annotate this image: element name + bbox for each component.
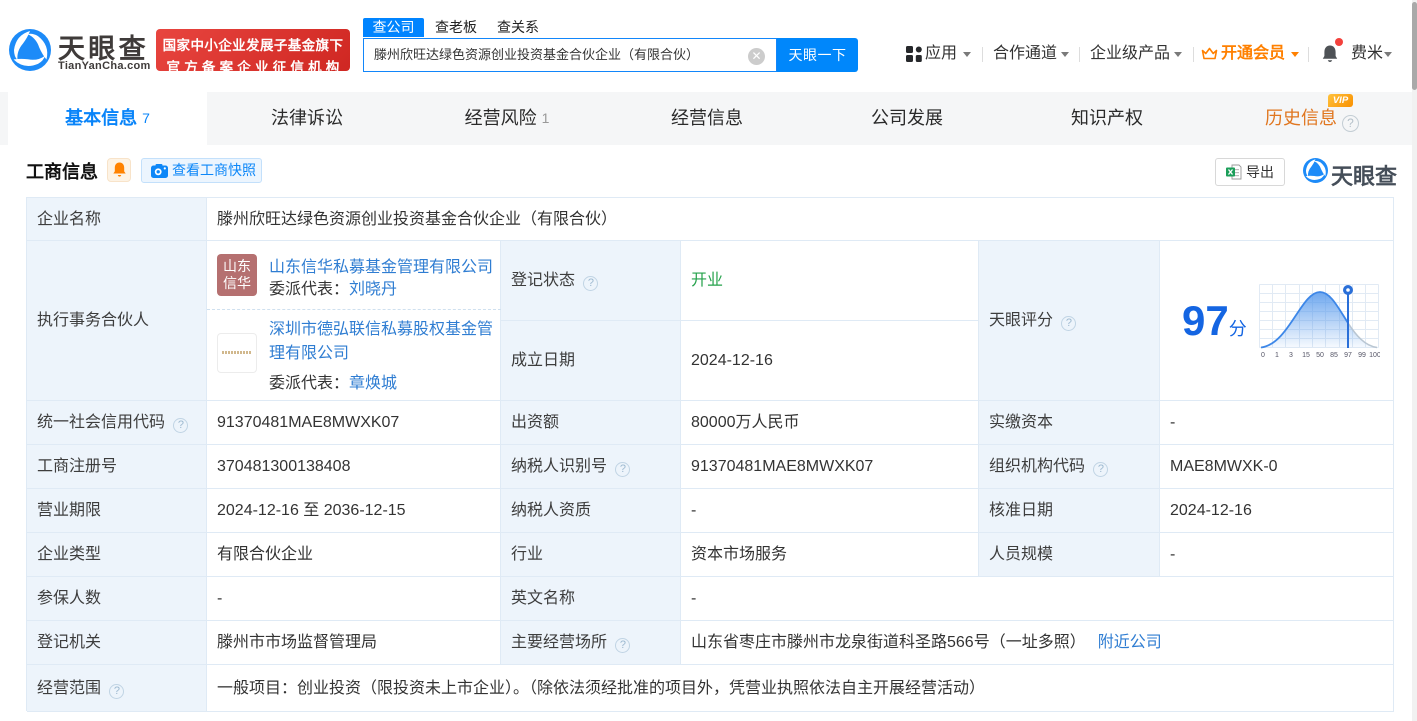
svg-text:15: 15 (1302, 352, 1310, 359)
svg-text:85: 85 (1330, 352, 1338, 359)
svg-text:3: 3 (1289, 352, 1293, 359)
svg-text:50: 50 (1316, 352, 1324, 359)
svg-text:97: 97 (1344, 352, 1352, 359)
svg-text:99: 99 (1358, 352, 1366, 359)
svg-text:1: 1 (1275, 352, 1279, 359)
svg-text:0: 0 (1261, 352, 1265, 359)
svg-text:100: 100 (1369, 352, 1380, 359)
